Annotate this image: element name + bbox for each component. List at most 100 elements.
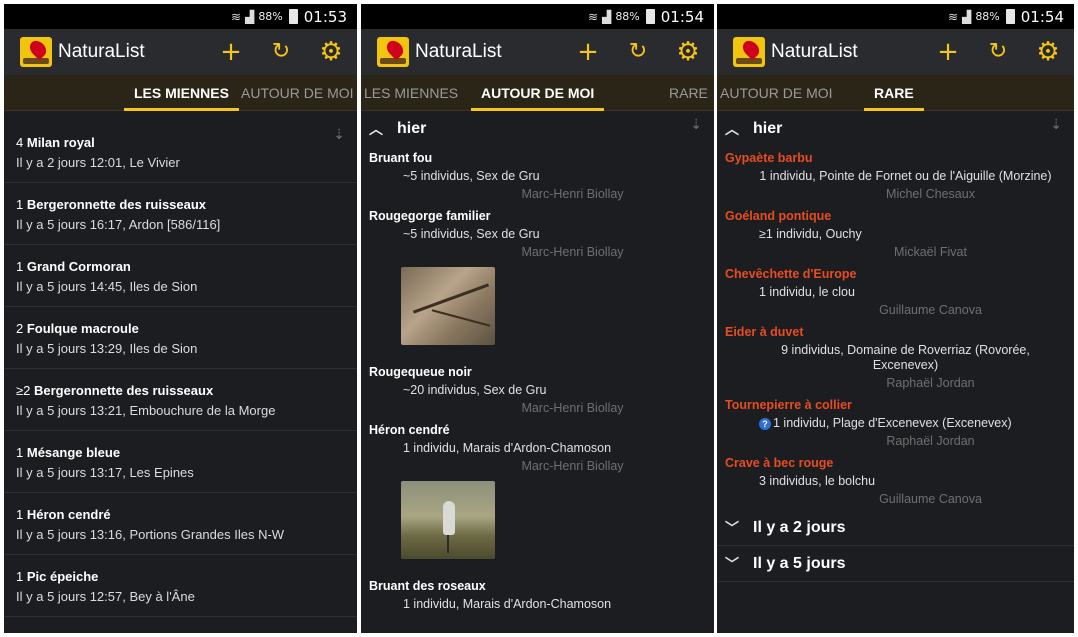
tab-les-miennes[interactable]: LES MIENNES (124, 75, 239, 111)
settings-gear-icon[interactable]: ⚙ (1034, 39, 1062, 65)
tab-autour-de-moi[interactable]: AUTOUR DE MOI (241, 75, 354, 111)
rare-observation-item[interactable]: Chevêchette d'Europe 1 individu, le clou… (717, 263, 1074, 321)
uncertain-question-icon[interactable]: ? (759, 418, 771, 430)
chevron-down-icon: ﹀ (725, 556, 739, 573)
chevron-up-icon: ︿ (725, 122, 739, 138)
fast-scroll-arrow-down-icon[interactable]: ⇣ (333, 127, 345, 143)
tab-rare[interactable]: RARE (864, 75, 924, 111)
app-logo-icon[interactable] (733, 37, 765, 67)
clock: 01:54 (1020, 7, 1064, 26)
rare-observation-item[interactable]: Crave à bec rouge 3 individus, le bolchu… (717, 452, 1074, 510)
tab-les-miennes[interactable]: LES MIENNES (364, 75, 458, 111)
observation-title: 1 Héron cendré (16, 507, 357, 522)
observation-row[interactable]: 1 Héron cendré Il y a 5 jours 13:16, Port… (4, 493, 357, 555)
add-icon[interactable]: + (217, 39, 245, 65)
settings-gear-icon[interactable]: ⚙ (674, 39, 702, 65)
observation-count: 1 (16, 197, 24, 212)
observation-time-place: Il y a 5 jours 14:45, Iles de Sion (16, 279, 198, 294)
rare-list[interactable]: ⇣ ︿ hier Gypaète barbu 1 individu, Point… (717, 111, 1074, 582)
observation-count: 4 (16, 135, 24, 150)
species-name: Rougegorge familier (369, 209, 491, 223)
wifi-icon: ≋ (231, 9, 242, 24)
settings-gear-icon[interactable]: ⚙ (317, 39, 345, 65)
add-icon[interactable]: + (574, 39, 602, 65)
my-observations-list[interactable]: ⇣ 4 Milan royal Il y a 2 jours 12:01, Le … (4, 121, 357, 617)
observation-item[interactable]: Héron cendré 1 individu, Marais d'Ardon-… (361, 419, 714, 575)
species-name: Héron cendré (26, 507, 111, 522)
observation-item[interactable]: Bruant fou ~5 individus, Sex de Gru Marc… (361, 147, 714, 205)
observation-detail: 1 individu, Marais d'Ardon-Chamoson (403, 597, 612, 611)
species-name: Chevêchette d'Europe (725, 267, 857, 281)
around-me-list[interactable]: ⇣ ︿ hier Bruant fou ~5 individus, Sex de… (361, 111, 714, 617)
species-name: Bruant fou (369, 151, 433, 165)
app-logo-icon[interactable] (377, 37, 409, 67)
observer-name: Marc-Henri Biollay (521, 401, 624, 415)
chevron-up-icon: ︿ (369, 122, 383, 138)
observation-count: 1 (16, 507, 24, 522)
observation-detail: 3 individus, le bolchu (759, 474, 876, 488)
signal-icon: ▟ (602, 9, 612, 24)
tab-autour-de-moi[interactable]: AUTOUR DE MOI (470, 75, 605, 111)
observation-photo[interactable] (401, 267, 495, 345)
species-name: Bergeronnette des ruisseaux (34, 383, 214, 398)
group-header-hier[interactable]: ︿ hier (361, 111, 714, 147)
observation-detail: 1 individu, le clou (759, 285, 855, 299)
observation-title: 1 Bergeronnette des ruisseaux (16, 197, 357, 212)
tab-autour-de-moi[interactable]: AUTOUR DE MOI (720, 75, 833, 111)
tab-rare[interactable]: RARE (669, 75, 708, 111)
observation-item[interactable]: Rougequeue noir ~20 individus, Sex de Gr… (361, 361, 714, 419)
observation-row[interactable]: 1 Mésange bleue Il y a 5 jours 13:17, Les… (4, 431, 357, 493)
app-title: NaturaList (58, 41, 145, 62)
observation-time-place: Il y a 2 jours 12:01, Le Vivier (16, 155, 180, 170)
observation-item[interactable]: Bruant des roseaux 1 individu, Marais d'… (361, 575, 714, 617)
observation-row[interactable]: 1 Bergeronnette des ruisseaux Il y a 5 jo… (4, 183, 357, 245)
species-name: Foulque macroule (26, 321, 139, 336)
observer-name: Guillaume Canova (879, 303, 982, 317)
rare-observation-item[interactable]: Gypaète barbu 1 individu, Pointe de Forn… (717, 147, 1074, 205)
refresh-location-icon[interactable]: ↻ (624, 41, 652, 63)
species-name: Milan royal (26, 135, 95, 150)
add-icon[interactable]: + (934, 39, 962, 65)
observation-photo[interactable] (401, 481, 495, 559)
fast-scroll-arrow-down-icon[interactable]: ⇣ (690, 117, 702, 133)
observation-time-place: Il y a 5 jours 13:17, Les Epines (16, 465, 194, 480)
group-header-hier[interactable]: ︿ hier (717, 111, 1074, 147)
clock: 01:53 (303, 7, 347, 26)
rare-observation-item[interactable]: Eider à duvet 9 individus, Domaine de Ro… (717, 321, 1074, 394)
action-bar: NaturaList + ↻ ⚙ (361, 29, 714, 75)
observation-row[interactable]: ≥2 Bergeronnette des ruisseaux Il y a 5 j… (4, 369, 357, 431)
species-name: Mésange bleue (26, 445, 121, 460)
observation-title: ≥2 Bergeronnette des ruisseaux (16, 383, 357, 398)
rare-observation-item[interactable]: Tournepierre à collier ? 1 individu, Plag… (717, 394, 1074, 452)
observer-name: Michel Chesaux (886, 187, 975, 201)
species-name: Tournepierre à collier (725, 398, 852, 412)
observation-time-place: Il y a 5 jours 13:29, Iles de Sion (16, 341, 198, 356)
app-logo-icon[interactable] (20, 37, 52, 67)
observation-time-place: Il y a 5 jours 12:57, Bey à l'Âne (16, 589, 195, 604)
observation-row[interactable]: 4 Milan royal Il y a 2 jours 12:01, Le Vi… (4, 121, 357, 183)
group-header-5-days[interactable]: ﹀ Il y a 5 jours (717, 546, 1074, 582)
tab-bar: LES MIENNES AUTOUR DE MOI RARE (361, 75, 714, 111)
tab-bar: AUTOUR DE MOI RARE (717, 75, 1074, 111)
action-bar: NaturaList + ↻ ⚙ (4, 29, 357, 75)
group-header-2-days[interactable]: ﹀ Il y a 2 jours (717, 510, 1074, 546)
fast-scroll-arrow-down-icon[interactable]: ⇣ (1050, 117, 1062, 133)
battery-percent: 88% (258, 10, 283, 23)
observation-row[interactable]: 1 Grand Cormoran Il y a 5 jours 14:45, Il… (4, 245, 357, 307)
observation-item[interactable]: Rougegorge familier ~5 individus, Sex de… (361, 205, 714, 361)
species-name: Pic épeiche (26, 569, 99, 584)
wifi-icon: ≋ (948, 9, 959, 24)
observation-detail: ? 1 individu, Plage d'Excenevex (Exceneve… (725, 416, 1066, 431)
observation-row[interactable]: 1 Pic épeiche Il y a 5 jours 12:57, Bey à… (4, 555, 357, 617)
rare-observation-item[interactable]: Goéland pontique ≥1 individu, Ouchy Mick… (717, 205, 1074, 263)
app-title: NaturaList (415, 41, 502, 62)
species-name: Gypaète barbu (725, 151, 813, 165)
battery-icon (288, 9, 298, 24)
observer-name: Marc-Henri Biollay (521, 187, 624, 201)
observation-time-place: Il y a 5 jours 13:16, Portions Grandes I… (16, 527, 285, 542)
refresh-location-icon[interactable]: ↻ (984, 41, 1012, 63)
status-bar: ≋ ▟ 88% 01:53 (4, 4, 357, 29)
battery-percent: 88% (975, 10, 1000, 23)
observation-row[interactable]: 2 Foulque macroule Il y a 5 jours 13:29, … (4, 307, 357, 369)
refresh-location-icon[interactable]: ↻ (267, 41, 295, 63)
